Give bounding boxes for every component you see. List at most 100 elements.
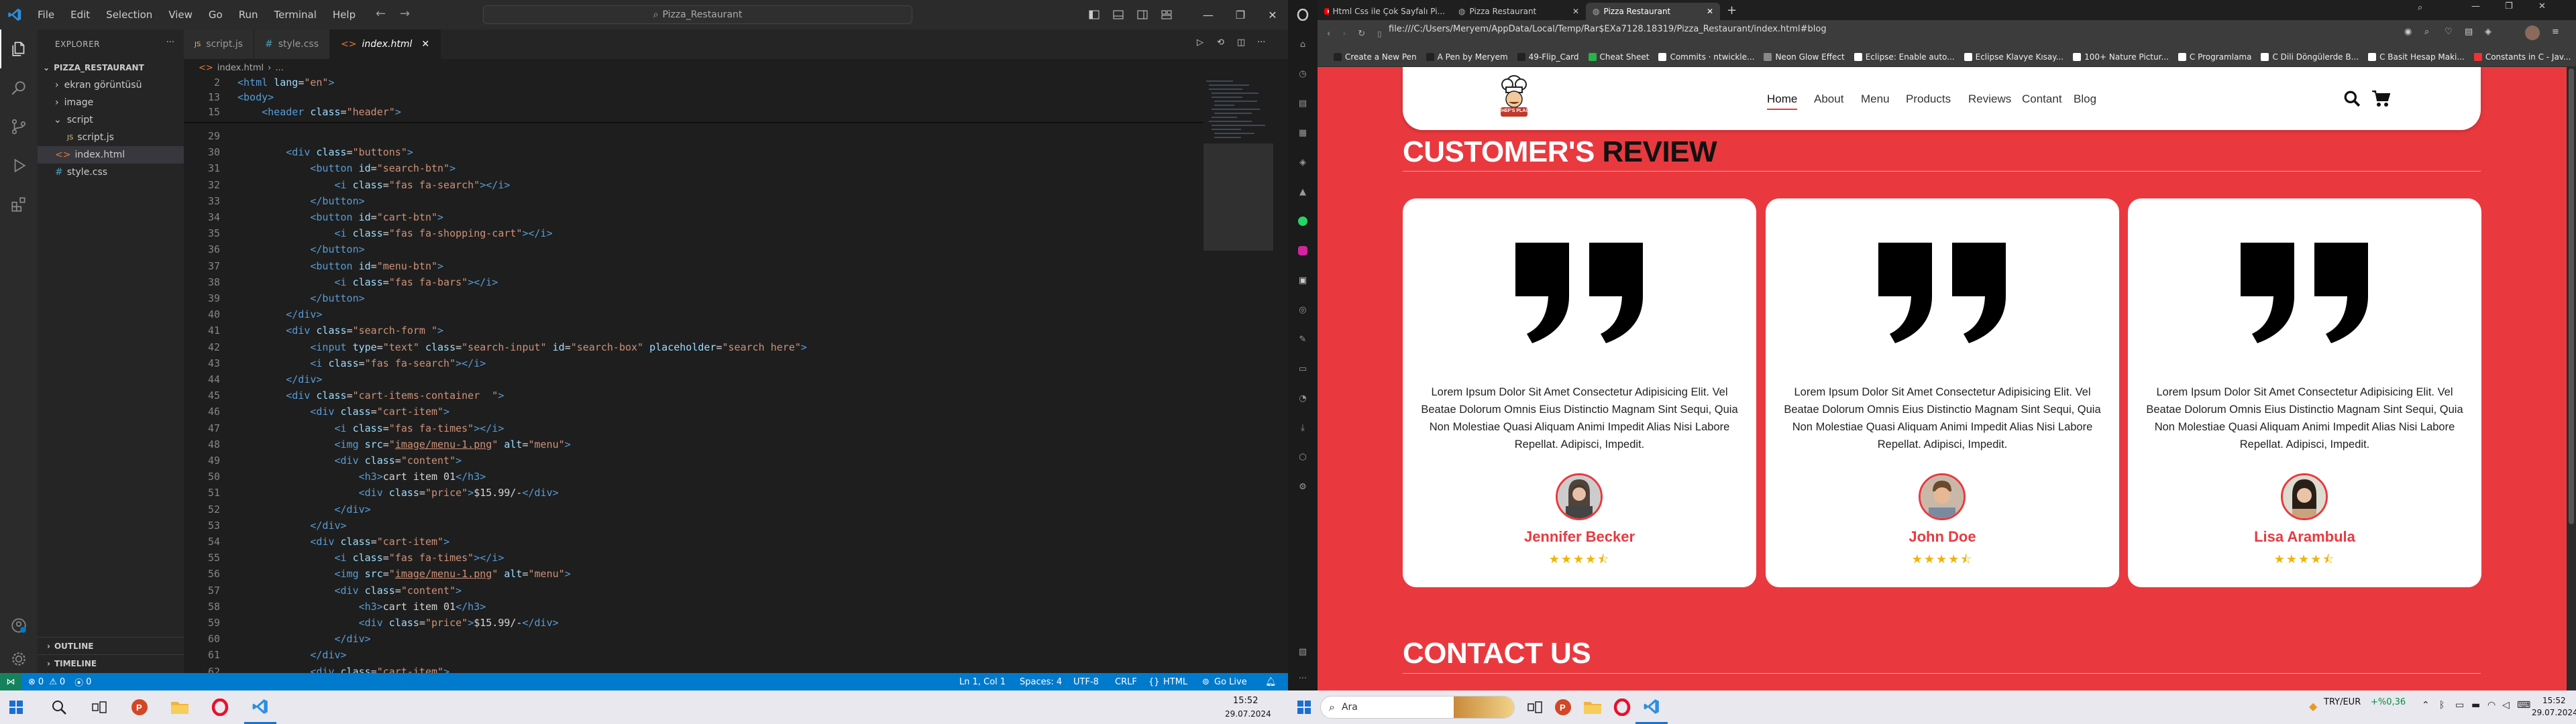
menu-run[interactable]: Run (231, 9, 266, 21)
reload-icon[interactable]: ↻ (1358, 29, 1365, 39)
file-explorer-icon[interactable] (1576, 690, 1609, 724)
code-line[interactable]: </button> (237, 195, 364, 207)
code-line[interactable]: </div> (237, 373, 322, 385)
code-line[interactable]: <div class="buttons"> (237, 146, 413, 158)
code-line[interactable]: <i class="fas fa-times"></i> (237, 422, 504, 434)
tab-stylecss[interactable]: # style.css (254, 29, 330, 59)
minimize-icon[interactable]: — (1193, 0, 1224, 29)
run-icon[interactable]: ▷ (1197, 38, 1203, 48)
tree-folder-ekran[interactable]: › ekran görüntüsü (38, 76, 184, 94)
command-center-search[interactable]: ⌕ Pizza_Restaurant (483, 5, 912, 24)
menu-go[interactable]: Go (201, 9, 231, 21)
vscode-taskbar-icon[interactable] (1635, 690, 1668, 724)
sticky-code-line[interactable]: <header class="header"> (237, 106, 401, 118)
clock-time[interactable]: 15:52 (2542, 696, 2566, 705)
workspace-root[interactable]: ⌄ PIZZA_RESTAURANT (38, 59, 184, 76)
code-line[interactable]: <div class="content"> (237, 455, 462, 467)
code-line[interactable]: <input type="text" class="search-input" … (237, 341, 807, 353)
language-mode[interactable]: HTML (1163, 677, 1187, 687)
code-line[interactable]: <h3>cart item 01</h3> (237, 471, 486, 483)
site-logo[interactable]: CHEF'S PLACE (1489, 71, 1540, 123)
opera-icon[interactable] (1606, 690, 1638, 724)
go-live-button[interactable]: Go Live (1214, 677, 1247, 687)
shopping-bag-icon[interactable]: ▤ (1288, 88, 1318, 118)
heart-icon[interactable]: ♡ (2445, 27, 2453, 37)
forward-arrow-icon[interactable]: → (400, 7, 410, 21)
customize-layout-icon[interactable] (1151, 0, 1182, 29)
code-editor[interactable]: 2 <html lang="en"> 13 <body> 15 <header clas… (184, 76, 1203, 678)
code-line[interactable]: <button id="menu-btn"> (237, 260, 443, 272)
settings-icon[interactable]: ⚙ (1288, 472, 1318, 501)
nav-about[interactable]: About (1814, 93, 1843, 106)
search-tabs-icon[interactable]: ⌕ (2418, 3, 2422, 13)
notifications-bell-icon[interactable]: 🔔︎ (1265, 677, 1277, 687)
wifi-icon[interactable]: ◠ (2487, 700, 2496, 711)
instagram-icon[interactable] (1288, 236, 1318, 265)
network-icon[interactable]: ▭ (2455, 700, 2464, 711)
bookmark-item[interactable]: Eclipse Klavye Kısay... (1964, 52, 2063, 62)
back-icon[interactable]: ‹ (1327, 29, 1330, 39)
sticky-code-line[interactable]: <body> (237, 91, 274, 103)
menu-help[interactable]: Help (325, 9, 364, 21)
aria-icon[interactable]: ▲ (1288, 177, 1318, 206)
code-line[interactable]: <div class="price">$15.99/-</div> (237, 617, 559, 629)
shopping-cart-icon[interactable] (2371, 90, 2391, 110)
forward-icon[interactable]: › (1342, 29, 1346, 39)
task-view-icon[interactable] (83, 690, 115, 724)
code-line[interactable]: <button id="cart-btn"> (237, 211, 443, 223)
search-icon[interactable] (43, 690, 75, 724)
bookmark-item[interactable]: Constants in C - Jav... (2473, 52, 2571, 62)
bookmark-item[interactable]: C Dili Döngülerde B... (2261, 52, 2359, 62)
close-icon[interactable]: ✕ (2538, 1, 2546, 11)
close-tab-icon[interactable]: ✕ (421, 39, 429, 50)
run-debug-icon[interactable] (0, 146, 38, 185)
file-explorer-icon[interactable] (164, 690, 196, 724)
bookmark-item[interactable]: Commits · ntwickle... (1658, 52, 1754, 62)
clock-date[interactable]: 29.07.2024 (1225, 709, 1271, 719)
code-line[interactable]: <i class="fas fa-search"></i> (237, 179, 511, 191)
code-line[interactable]: </button> (237, 243, 364, 255)
ports-icon[interactable]: ⦿ (74, 676, 83, 688)
edit-icon[interactable]: ✎ (1288, 324, 1318, 354)
code-line[interactable]: <i class="fas fa-shopping-cart"></i> (237, 227, 553, 239)
powerpoint-icon[interactable]: P (123, 690, 156, 724)
tree-file-stylecss[interactable]: # style.css (38, 164, 184, 181)
battery-icon[interactable]: ▬ (2471, 700, 2480, 711)
warnings-icon[interactable]: ⚠ (49, 677, 57, 687)
new-tab-icon[interactable]: + (1727, 3, 1737, 17)
tree-file-scriptjs[interactable]: JS script.js (38, 129, 184, 146)
clock-icon[interactable]: ◔ (1288, 383, 1318, 413)
opera-icon[interactable] (204, 690, 236, 724)
code-line[interactable]: </div> (237, 520, 346, 532)
chevron-up-icon[interactable]: ⌃ (2422, 700, 2430, 711)
more-icon[interactable]: ··· (1288, 664, 1318, 693)
code-line[interactable]: <i class="fas fa-times"></i> (237, 552, 504, 564)
tab-scriptjs[interactable]: JS script.js (184, 29, 254, 59)
twitch-icon[interactable]: ▣ (1288, 265, 1318, 295)
close-tab-icon[interactable]: ✕ (1572, 7, 1579, 16)
restore-icon[interactable]: ❐ (2505, 1, 2513, 11)
gallery-icon[interactable]: ▧ (1288, 637, 1318, 666)
code-line[interactable]: </div> (237, 633, 371, 645)
powerpoint-icon[interactable]: P (1547, 690, 1579, 724)
camera-icon[interactable]: ◉ (2404, 27, 2412, 37)
close-icon[interactable]: ✕ (1257, 0, 1288, 29)
language-icon[interactable]: ⌨ (2517, 700, 2530, 711)
currency-pair[interactable]: TRY/EUR (2324, 697, 2361, 707)
encoding[interactable]: UTF-8 (1073, 677, 1099, 687)
close-tab-icon[interactable]: ✕ (1707, 7, 1713, 16)
code-line[interactable]: </div> (237, 308, 322, 320)
tab-indexhtml[interactable]: <> index.html ✕ (330, 29, 441, 59)
minimap[interactable] (1203, 76, 1277, 673)
page-scrollbar[interactable] (2567, 67, 2576, 690)
bookmarks-icon[interactable]: ▭ (1288, 354, 1318, 383)
indentation[interactable]: Spaces: 4 (1020, 677, 1062, 687)
opera-menu-icon[interactable] (1288, 0, 1318, 29)
code-line[interactable]: <div class="search-form "> (237, 324, 443, 337)
task-view-icon[interactable] (1519, 690, 1551, 724)
whatsapp-icon[interactable] (1288, 206, 1318, 236)
bookmark-item[interactable]: Cheat Sheet (1588, 52, 1649, 62)
history-icon[interactable]: ⟲ (1217, 38, 1224, 48)
wallet-icon[interactable]: ▤ (2465, 27, 2473, 37)
code-line[interactable]: <div class="price">$15.99/-</div> (237, 487, 559, 499)
